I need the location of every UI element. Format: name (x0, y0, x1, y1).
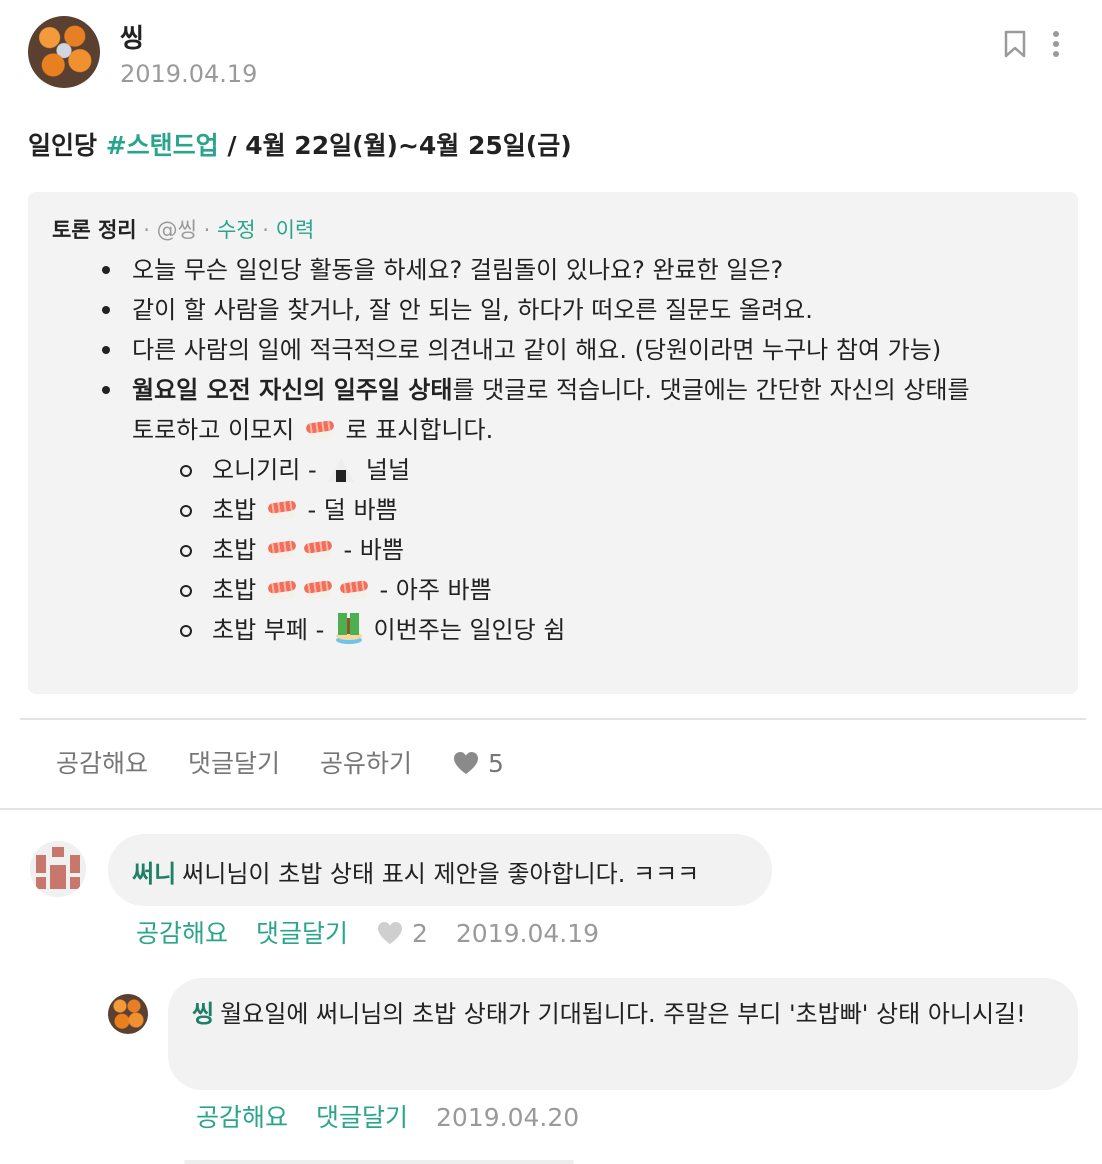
list-item: 다른 사람의 일에 적극적으로 의견내고 같이 해요. (당원이라면 누구나 참… (28, 330, 1078, 370)
comment-likes-count: 2 (411, 919, 428, 948)
comment-reply-button[interactable]: 댓글달기 (256, 919, 348, 948)
post-title: 일인당 #스탠드업 / 4월 22일(월)~4월 25일(금) (28, 131, 572, 160)
sushi-icon (340, 579, 368, 601)
sushi-icon (304, 539, 332, 561)
summary-author[interactable]: @씽 (157, 218, 197, 242)
bookmark-icon[interactable] (1004, 30, 1026, 58)
list-item: 같이 할 사람을 찾거나, 잘 안 되는 일, 하다가 떠오른 질문도 올려요. (28, 290, 1078, 330)
divider (0, 808, 1102, 810)
more-options-icon[interactable] (1046, 30, 1066, 58)
comment-actions: 공감해요 댓글달기 2 2019.04.19 (136, 914, 599, 950)
list-item: 초밥 - 아주 바쁨 (28, 570, 1078, 610)
heart-icon[interactable] (452, 751, 480, 775)
sushi-icon (268, 539, 296, 561)
edit-link[interactable]: 수정 (217, 218, 256, 242)
reply-input-edge[interactable] (184, 1160, 574, 1164)
sushi-icon (304, 579, 332, 601)
commenter-avatar[interactable] (30, 841, 86, 897)
history-link[interactable]: 이력 (276, 218, 315, 242)
sushi-icon (268, 579, 296, 601)
commenter-avatar[interactable] (108, 994, 148, 1034)
comment-date: 2019.04.20 (436, 1103, 580, 1132)
comment-bubble: 씽 월요일에 써니님의 초밥 상태가 기대됩니다. 주말은 부디 '초밥빠' 상태… (168, 978, 1078, 1090)
post-author[interactable]: 씽 (120, 18, 144, 55)
list-item: 오늘 무슨 일인당 활동을 하세요? 걸림돌이 있나요? 완료한 일은? (28, 250, 1078, 290)
rice-ball-icon (328, 458, 355, 482)
list-item: 초밥 - 바쁨 (28, 530, 1078, 570)
comment-author[interactable]: 씽 (192, 1000, 214, 1028)
summary-heading: 토론 정리 (52, 218, 137, 242)
discussion-summary: 토론 정리 · @씽 · 수정 · 이력 오늘 무슨 일인당 활동을 하세요? … (28, 192, 1078, 694)
summary-header: 토론 정리 · @씽 · 수정 · 이력 (52, 218, 315, 242)
list-item: 오니기리 - 널널 (28, 450, 1078, 490)
sushi-icon (268, 499, 296, 521)
comment-actions: 공감해요 댓글달기 2019.04.20 (196, 1098, 579, 1134)
comment-date: 2019.04.19 (455, 919, 600, 948)
post-actions: 공감해요 댓글달기 공유하기 5 (56, 744, 504, 780)
sushi-icon (306, 419, 334, 441)
author-avatar[interactable] (28, 16, 100, 88)
heart-icon[interactable] (376, 921, 404, 945)
share-button[interactable]: 공유하기 (320, 749, 412, 778)
comment-reply-button[interactable]: 댓글달기 (316, 1103, 408, 1132)
post-date: 2019.04.19 (120, 60, 258, 88)
list-item: 초밥 - 덜 바쁨 (28, 490, 1078, 530)
summary-list: 오늘 무슨 일인당 활동을 하세요? 걸림돌이 있나요? 완료한 일은? 같이 … (28, 250, 1078, 650)
comment-text: 써니님이 초밥 상태 표시 제안을 좋아합니다. ㅋㅋㅋ (182, 860, 700, 888)
comment-button[interactable]: 댓글달기 (188, 749, 280, 778)
comment-like-button[interactable]: 공감해요 (196, 1103, 288, 1132)
like-button[interactable]: 공감해요 (56, 749, 148, 778)
likes-count: 5 (488, 749, 504, 778)
comment-text: 월요일에 써니님의 초밥 상태가 기대됩니다. 주말은 부디 '초밥빠' 상태 … (220, 1000, 1026, 1028)
comment-like-button[interactable]: 공감해요 (136, 919, 228, 948)
list-item: 월요일 오전 자신의 일주일 상태를 댓글로 적습니다. 댓글에는 간단한 자신… (28, 370, 1078, 450)
hashtag-link[interactable]: #스탠드업 (106, 131, 219, 160)
comment-author[interactable]: 써니 (132, 860, 176, 888)
list-item: 초밥 부페 - 이번주는 일인당 쉼 (28, 610, 1078, 650)
comment-bubble: 써니 써니님이 초밥 상태 표시 제안을 좋아합니다. ㅋㅋㅋ (108, 834, 772, 906)
divider (20, 718, 1086, 720)
desert-island-icon (335, 616, 362, 642)
